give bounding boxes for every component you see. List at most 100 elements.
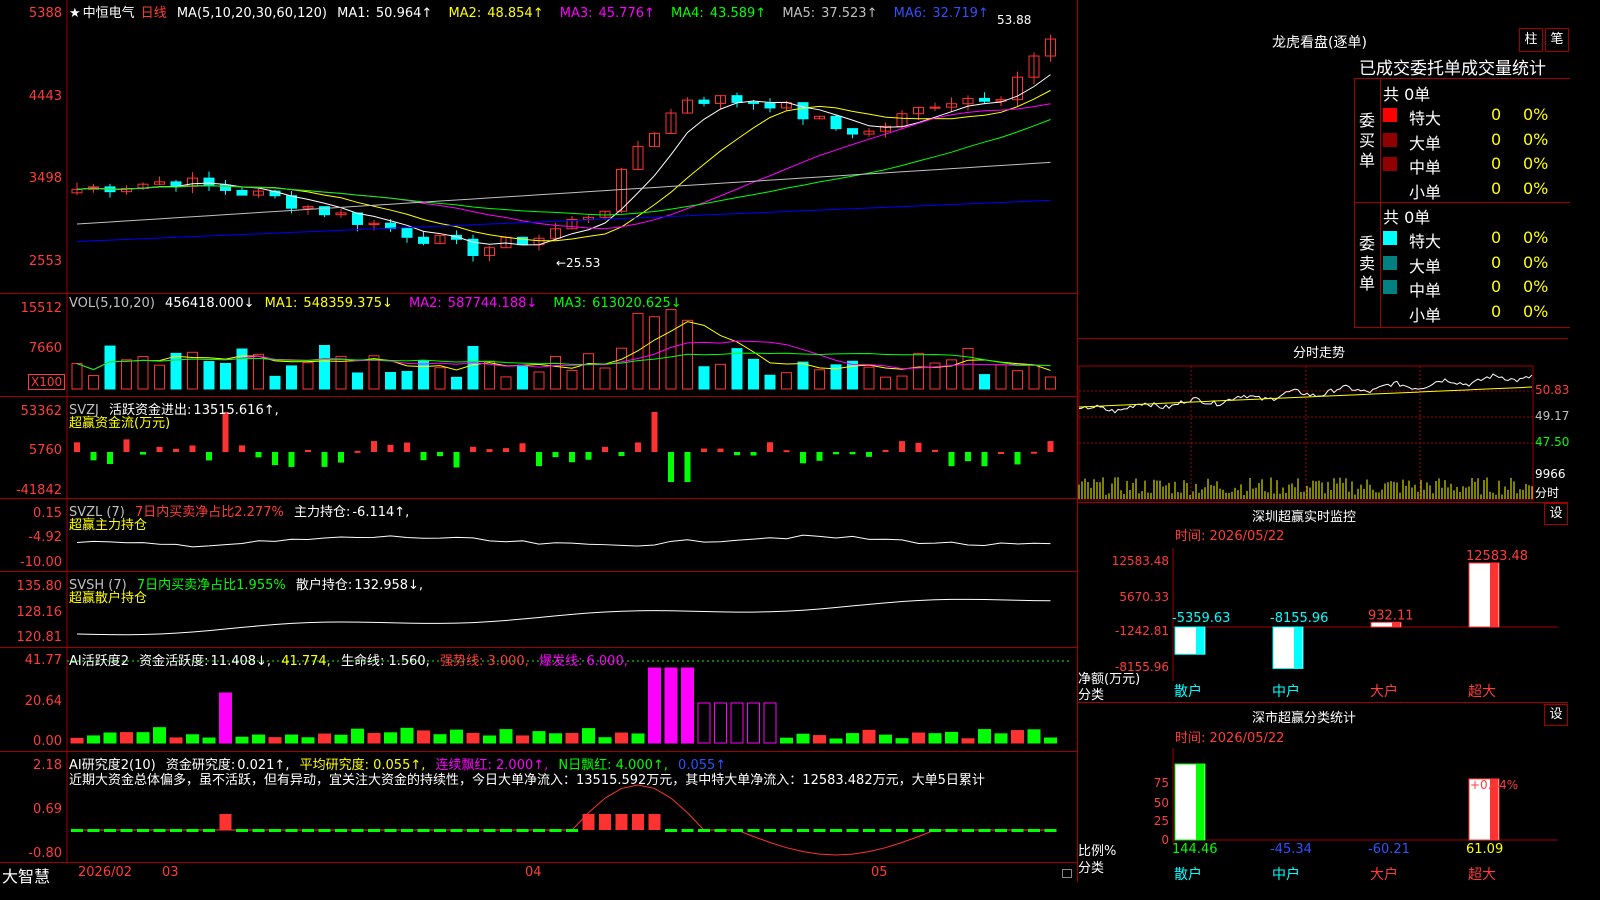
ai-activity-pane[interactable]: AI活跃度2 资金活跃度: 11.408↓, 41.774, 生命线: 1.560… — [0, 648, 1077, 752]
activity-bar — [532, 731, 546, 744]
research-bar — [1044, 829, 1057, 832]
volume-bar — [814, 369, 825, 390]
ai-research-pane[interactable]: AI研究度2(10) 资金研究度: 0.021↑, 平均研究度: 0.055↑, … — [0, 752, 1077, 862]
order-count: 0 — [1491, 129, 1502, 149]
category-bar-accent — [1196, 627, 1204, 655]
monitor-chart[interactable]: 12583.48 5670.33 -1242.81 -8155.96 -5359.63 散… — [1078, 503, 1569, 703]
x-label: 03 — [162, 865, 179, 880]
volume-bar — [748, 358, 759, 390]
vol-unit-button[interactable]: X100 — [28, 374, 66, 390]
candle-body — [352, 212, 363, 225]
research-bar — [252, 829, 265, 832]
y-tick-label: 12583.48 — [1112, 554, 1169, 568]
low-note: ←25.53 — [556, 256, 601, 270]
candle-body — [698, 99, 710, 104]
activity-bar — [1011, 730, 1024, 744]
volume-bar — [1028, 364, 1040, 390]
research-bar — [830, 829, 842, 832]
tick-mode-button[interactable]: 笔 — [1545, 28, 1569, 52]
svzj-pane[interactable]: SVZJ 活跃资金进出: 13515.616↑, 超赢资金流(万元) 53362 … — [0, 397, 1077, 499]
candle-body — [286, 195, 297, 209]
volume-bar — [616, 347, 627, 390]
order-row: 中单 0 0% — [1383, 276, 1568, 300]
svzl-sub: 超赢主力持仓 — [69, 518, 148, 533]
volume-bar — [236, 348, 248, 390]
flow-bar — [437, 452, 443, 457]
x-axis: 大智慧 2026/02 03 04 05 — [0, 862, 1077, 886]
volume-pane[interactable]: VOL(5,10,20) 456418.000↓ MA1: 548359.375↓… — [0, 294, 1077, 397]
vol-value: 456418.000↓ — [165, 296, 255, 311]
ai1-life: 生命线: 1.560, — [340, 654, 430, 669]
color-swatch — [1383, 132, 1397, 147]
ma3-label: MA3: 45.776↑ — [559, 6, 655, 21]
intraday-panel[interactable]: 分时走势 50.83 49.17 47.50 9966 分时 — [1077, 338, 1569, 503]
ai1-ytick: 0.00 — [33, 734, 62, 749]
category-label: 散户 — [1174, 683, 1202, 700]
period-label[interactable]: 日线 — [141, 6, 167, 21]
research-bar — [351, 829, 364, 832]
intraday-chart[interactable] — [1078, 339, 1569, 503]
svsh-pane[interactable]: SVSH (7) 7日内买卖净占比1.955% 散户持仓: 132.958↓, 超… — [0, 572, 1077, 648]
brand-logo[interactable]: 大智慧 — [2, 863, 50, 887]
activity-bar — [433, 734, 447, 744]
candle-body — [731, 95, 743, 103]
ai1-ytick: 41.77 — [24, 653, 62, 668]
activity-bar — [796, 733, 810, 744]
activity-bar — [120, 732, 133, 744]
svzj-value: 13515.616↑, — [193, 403, 279, 418]
flow-bar — [387, 444, 394, 452]
flow-bar — [635, 442, 641, 452]
star-icon[interactable]: ★ — [69, 6, 81, 21]
activity-bar — [714, 702, 727, 744]
ai1-v2: 41.774, — [281, 654, 331, 669]
svzj-ytick: -41842 — [15, 483, 62, 498]
top-percent-label: +0.44% — [1470, 778, 1518, 792]
activity-bar — [268, 737, 282, 744]
bar-mode-button[interactable]: 柱 — [1519, 28, 1543, 52]
buy-label: 委买单 — [1359, 111, 1376, 170]
svzj-ytick: 5760 — [28, 443, 62, 458]
research-bar — [417, 829, 430, 832]
flow-bar — [90, 452, 97, 461]
svzl-pct: 7日内买卖净占比2.277% — [134, 505, 284, 520]
volume-bar — [104, 345, 116, 390]
research-bar — [533, 829, 545, 832]
svzl-ytick: -4.92 — [28, 530, 62, 545]
x-label: 05 — [871, 865, 888, 880]
sz-monitor-panel[interactable]: 深圳超赢实时监控 设 时间: 2026/05/22 12583.48 5670.3… — [1077, 502, 1569, 703]
research-bar — [945, 829, 958, 832]
flow-bar — [915, 442, 922, 452]
ai1-title: AI活跃度2 — [69, 654, 129, 669]
kline-chart[interactable] — [0, 0, 1077, 294]
kline-pane[interactable]: ★ 中恒电气 日线 MA(5,10,20,30,60,120) MA1: 50.964… — [0, 0, 1077, 294]
volume-bar — [599, 367, 611, 390]
flow-bar — [684, 452, 691, 482]
order-type: 大单 — [1409, 256, 1442, 276]
svzl-pane[interactable]: SVZL (7) 7日内买卖净占比2.277% 主力持仓: -6.114↑, 超赢… — [0, 499, 1077, 572]
research-bar — [203, 829, 215, 832]
research-bar — [665, 829, 677, 832]
research-bar — [1011, 829, 1024, 832]
volume-bar — [583, 353, 594, 390]
order-pct: 0% — [1523, 178, 1549, 198]
research-bar — [566, 829, 578, 832]
activity-bar — [384, 732, 397, 744]
activity-bar — [219, 692, 232, 744]
lock-icon[interactable] — [1062, 869, 1072, 878]
classify-chart[interactable]: 75 50 25 0144.46 散户 -45.34 中户 -60.21 大户 61.09 超大 +0… — [1078, 703, 1569, 883]
activity-bar — [252, 734, 265, 744]
flow-bar — [1014, 452, 1021, 465]
research-bar — [632, 814, 644, 830]
research-bar — [698, 829, 710, 832]
flow-bar — [651, 412, 658, 452]
order-pct: 0% — [1523, 129, 1549, 149]
sz-classify-panel[interactable]: 深市超赢分类统计 设 时间: 2026/05/22 75 50 25 0 144.46 散… — [1077, 702, 1569, 883]
activity-bar — [862, 729, 876, 744]
flow-bar — [701, 448, 707, 452]
order-type: 小单 — [1409, 182, 1442, 202]
order-count: 0 — [1491, 178, 1502, 198]
flow-bar — [569, 452, 575, 463]
research-bar — [731, 829, 743, 832]
sell-label: 委卖单 — [1359, 234, 1376, 293]
order-pct: 0% — [1523, 228, 1549, 247]
